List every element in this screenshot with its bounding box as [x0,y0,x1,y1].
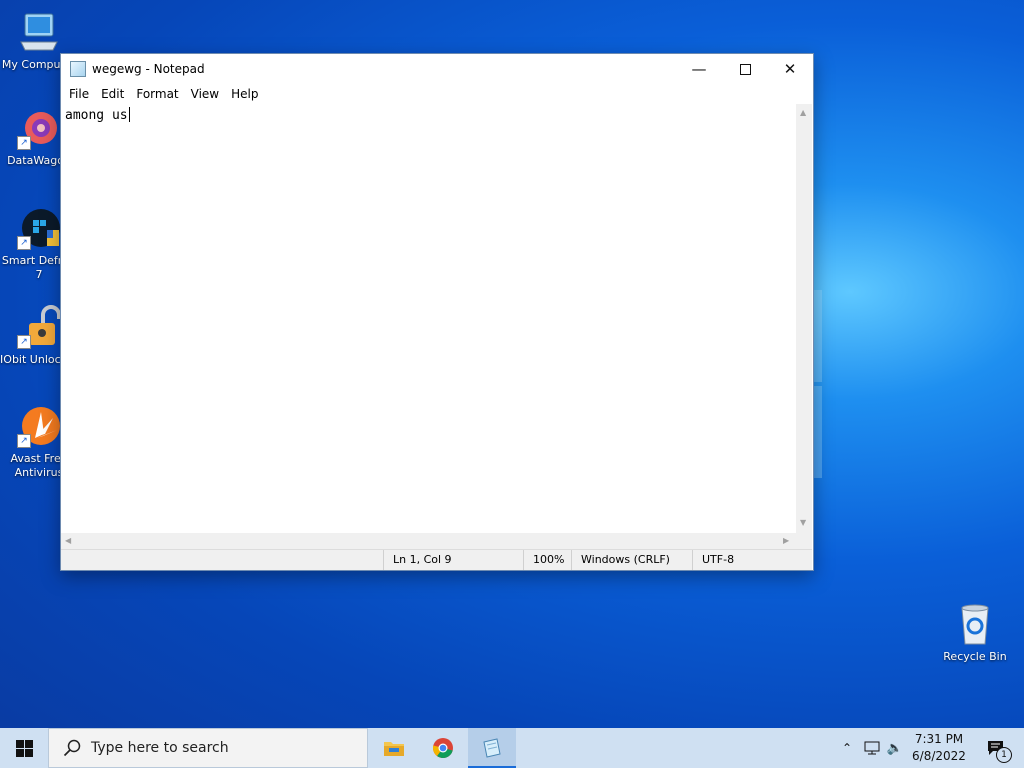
search-placeholder: Type here to search [91,740,229,756]
horizontal-scrollbar[interactable]: ◀ ▶ [61,533,796,549]
menu-format[interactable]: Format [130,87,184,101]
text-caret [128,107,130,122]
taskbar-chrome[interactable] [419,728,467,768]
minimize-button[interactable]: — [676,54,722,84]
padlock-icon: ↗ [17,305,61,349]
shortcut-arrow-icon: ↗ [17,136,31,150]
scrollbar-corner [796,533,812,549]
notepad-window[interactable]: wegewg - Notepad — ✕ File Edit Format Vi… [60,53,814,571]
show-hidden-icons-button[interactable]: ⌃ [837,728,857,768]
close-button[interactable]: ✕ [767,54,813,84]
taskbar-notepad[interactable] [468,728,516,768]
avast-icon: ↗ [17,404,61,448]
desktop-icon-recycle-bin[interactable]: Recycle Bin [936,602,1014,664]
menu-bar: File Edit Format View Help [61,84,813,104]
desktop-icon-label: Recycle Bin [943,650,1007,663]
shortcut-arrow-icon: ↗ [17,335,31,349]
taskbar-file-explorer[interactable] [370,728,418,768]
smart-defrag-icon: ↗ [17,206,61,250]
status-zoom: 100% [523,550,573,570]
scroll-down-icon[interactable]: ▼ [800,518,806,527]
recycle-bin-icon [953,602,997,646]
notification-count-badge: 1 [996,747,1012,763]
maximize-icon [739,63,751,75]
scroll-left-icon[interactable]: ◀ [65,536,71,545]
chrome-icon [432,738,453,759]
close-icon: ✕ [783,60,797,78]
action-center-button[interactable]: 1 [976,728,1016,768]
minimize-icon: — [691,60,707,78]
status-bar: Ln 1, Col 9 100% Windows (CRLF) UTF-8 [61,549,812,570]
taskbar-clock[interactable]: 7:31 PM 6/8/2022 [906,731,972,765]
scroll-up-icon[interactable]: ▲ [800,108,806,117]
window-title: wegewg - Notepad [92,62,205,76]
search-icon [63,739,81,757]
menu-edit[interactable]: Edit [95,87,130,101]
start-button[interactable] [0,728,48,768]
volume-button[interactable]: 🔈 [884,728,906,768]
editor-content: among us [65,108,128,123]
notepad-icon [70,61,86,77]
datawagon-icon: ↗ [17,106,61,150]
windows-logo-icon [15,739,33,757]
folder-icon [384,742,404,756]
clock-time: 7:31 PM [914,732,964,746]
maximize-button[interactable] [722,54,768,84]
title-bar[interactable]: wegewg - Notepad — ✕ [61,54,813,84]
network-icon [864,741,880,755]
speaker-icon: 🔈 [886,740,904,756]
status-line-ending: Windows (CRLF) [571,550,693,570]
taskbar: Type here to search ⌃ 🔈 7:31 PM 6/8/2022… [0,728,1024,768]
menu-view[interactable]: View [185,87,225,101]
text-editor[interactable]: among us [61,104,796,533]
vertical-scrollbar[interactable]: ▲ ▼ [796,104,812,533]
status-encoding: UTF-8 [692,550,812,570]
status-cursor-position: Ln 1, Col 9 [383,550,523,570]
scroll-right-icon[interactable]: ▶ [783,536,789,545]
clock-date: 6/8/2022 [912,749,966,763]
chevron-up-icon: ⌃ [841,741,853,755]
menu-help[interactable]: Help [225,87,264,101]
taskbar-search-box[interactable]: Type here to search [48,728,368,768]
shortcut-arrow-icon: ↗ [17,236,31,250]
menu-file[interactable]: File [63,87,95,101]
network-button[interactable] [861,728,883,768]
shortcut-arrow-icon: ↗ [17,434,31,448]
computer-icon [17,10,61,54]
notepad-icon [483,738,501,758]
